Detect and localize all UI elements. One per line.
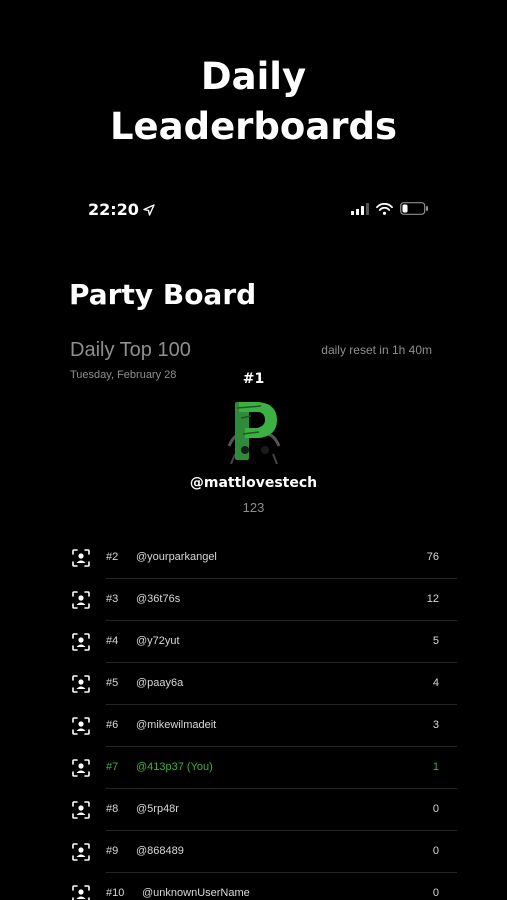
cellular-signal-icon	[351, 202, 369, 215]
row-score: 5	[432, 635, 439, 647]
row-rank: #2	[106, 551, 119, 563]
user-scan-icon	[72, 801, 90, 819]
winner-rank: #1	[242, 371, 265, 387]
leaderboard-row[interactable]: #9 @868489 0	[0, 831, 507, 873]
user-scan-icon	[72, 885, 90, 900]
winner-avatar-icon[interactable]	[221, 394, 287, 464]
leaderboard-row[interactable]: #10 @unknownUserName 0	[0, 873, 507, 900]
row-username[interactable]: @36t76s	[136, 593, 180, 605]
leaderboard-row[interactable]: #8 @5rp48r 0	[0, 789, 507, 831]
row-username[interactable]: @unknownUserName	[142, 887, 250, 899]
battery-icon	[400, 202, 428, 215]
row-username[interactable]: @868489	[136, 845, 184, 857]
promo-headline: Daily Leaderboards	[0, 52, 507, 152]
row-rank: #9	[106, 845, 119, 857]
user-scan-icon	[72, 675, 90, 693]
reset-countdown: daily reset in 1h 40m	[321, 343, 432, 357]
wifi-icon	[376, 202, 393, 215]
status-bar: 22:20	[0, 198, 507, 224]
row-rank: #8	[106, 803, 119, 815]
row-score: 3	[432, 719, 439, 731]
user-scan-icon	[72, 717, 90, 735]
page-title: Party Board	[69, 278, 257, 311]
row-score: 0	[432, 803, 439, 815]
row-score: 1	[432, 761, 439, 773]
leaderboard-row[interactable]: #3 @36t76s 12	[0, 579, 507, 621]
leaderboard-row[interactable]: #6 @mikewilmadeit 3	[0, 705, 507, 747]
row-username[interactable]: @y72yut	[136, 635, 180, 647]
row-username[interactable]: @413p37 (You)	[136, 761, 213, 773]
user-scan-icon	[72, 591, 90, 609]
row-rank: #6	[106, 719, 119, 731]
row-score: 4	[432, 677, 439, 689]
user-scan-icon	[72, 633, 90, 651]
leaderboard-row[interactable]: #7 @413p37 (You) 1	[0, 747, 507, 789]
promo-headline-line-2: Leaderboards	[109, 105, 398, 148]
status-time: 22:20	[88, 200, 155, 219]
status-indicators	[351, 202, 429, 215]
user-scan-icon	[72, 759, 90, 777]
user-scan-icon	[72, 549, 90, 567]
winner-score: 123	[242, 500, 265, 515]
row-rank: #3	[106, 593, 119, 605]
leaderboard-list: #2 @yourparkangel 76 #3 @36t76s 12 #4 @y72yut 5 #…	[0, 537, 507, 900]
row-username[interactable]: @paay6a	[136, 677, 183, 689]
row-score: 0	[432, 887, 439, 899]
row-score: 76	[426, 551, 439, 563]
winner-username[interactable]: @mattlovestech	[0, 475, 507, 491]
leaderboard-row[interactable]: #2 @yourparkangel 76	[0, 537, 507, 579]
row-score: 12	[426, 593, 439, 605]
leaderboard-row[interactable]: #4 @y72yut 5	[0, 621, 507, 663]
row-rank: #4	[106, 635, 119, 647]
row-username[interactable]: @5rp48r	[136, 803, 179, 815]
promo-headline-line-1: Daily	[200, 55, 307, 98]
leaderboard-row[interactable]: #5 @paay6a 4	[0, 663, 507, 705]
location-arrow-icon	[143, 203, 155, 216]
row-rank: #7	[106, 761, 119, 773]
user-scan-icon	[72, 843, 90, 861]
row-score: 0	[432, 845, 439, 857]
status-time-text: 22:20	[88, 200, 139, 219]
section-title: Daily Top 100	[70, 339, 191, 361]
row-rank: #5	[106, 677, 119, 689]
row-rank: #10	[106, 887, 125, 899]
row-username[interactable]: @yourparkangel	[136, 551, 217, 563]
row-username[interactable]: @mikewilmadeit	[136, 719, 216, 731]
